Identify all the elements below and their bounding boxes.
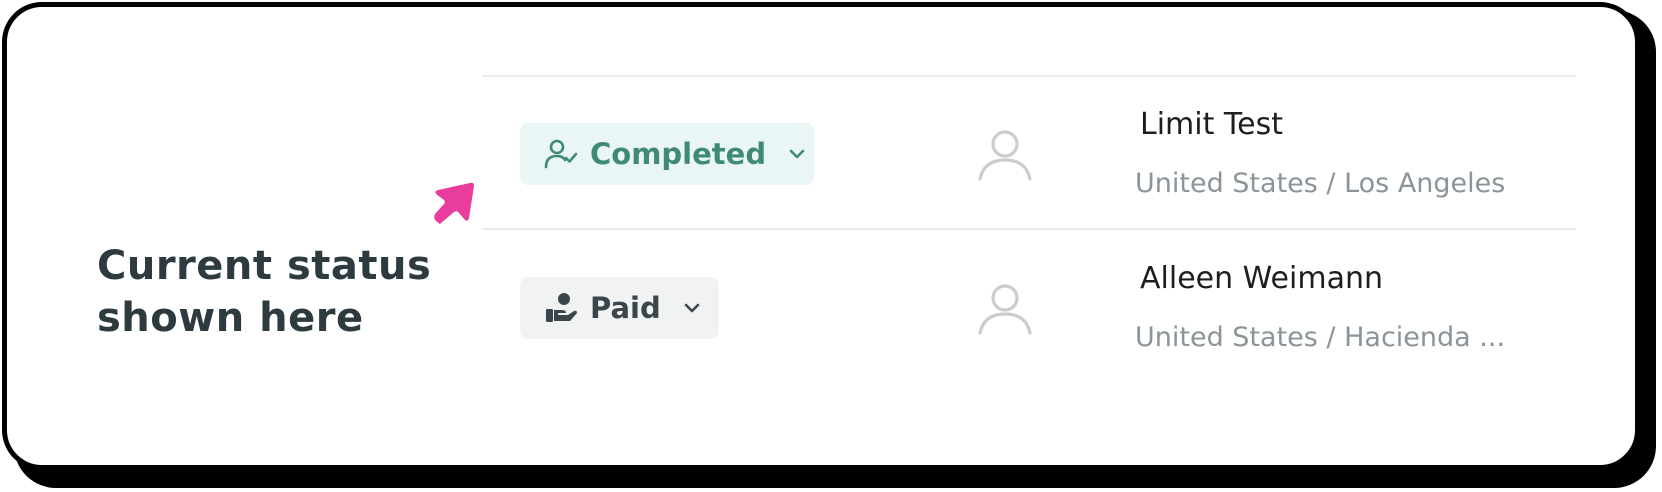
screenshot-frame: Current status shown here Completed Limi…: [0, 0, 1662, 492]
chevron-down-icon: [786, 143, 808, 165]
user-check-icon: [544, 137, 578, 171]
caption-line-2: shown here: [97, 295, 364, 341]
pointer-arrow-icon: [434, 182, 474, 224]
chevron-down-icon: [681, 297, 703, 319]
row-name: Limit Test: [1140, 107, 1283, 142]
row-location: United States / Hacienda ...: [1135, 322, 1506, 353]
hand-money-icon: [544, 291, 578, 325]
card: [2, 2, 1640, 470]
caption-line-1: Current status: [97, 243, 432, 289]
row-location: United States / Los Angeles: [1135, 168, 1506, 199]
annotation-caption: Current status shown here: [97, 240, 457, 344]
table-divider-top: [482, 75, 1576, 77]
status-dropdown-paid[interactable]: Paid: [520, 277, 719, 339]
status-label: Paid: [590, 291, 661, 325]
table-divider-middle: [482, 228, 1576, 230]
user-icon: [978, 130, 1032, 181]
row-name: Alleen Weimann: [1140, 261, 1383, 296]
status-label: Completed: [590, 137, 767, 171]
status-dropdown-completed[interactable]: Completed: [520, 123, 814, 185]
user-icon: [978, 284, 1032, 335]
